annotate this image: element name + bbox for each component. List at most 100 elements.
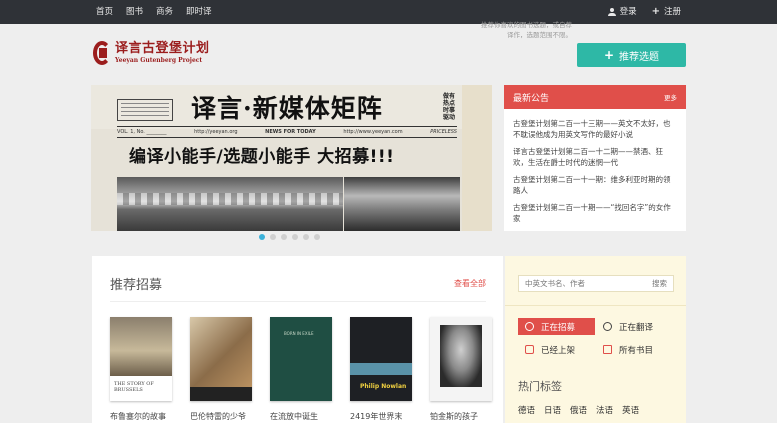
clock-icon: [525, 322, 534, 331]
recommend-topic-label: 推荐选题: [619, 51, 660, 63]
tag-link[interactable]: 法语: [596, 404, 613, 416]
book-cover[interactable]: BORN IN EXILE: [270, 317, 332, 401]
notice-header: 最新公告 更多: [504, 85, 686, 109]
book-card[interactable]: Philip Nowlan 2419年世界末: [350, 317, 412, 422]
book-icon: [603, 345, 612, 354]
carousel-dot[interactable]: [303, 234, 309, 240]
tag-link[interactable]: 日语: [544, 404, 561, 416]
hot-tags-title: 热门标签: [518, 380, 562, 393]
cover-text: BORN IN EXILE: [284, 331, 314, 336]
filter-translating[interactable]: 正在翻译: [596, 318, 674, 335]
plus-icon: +: [603, 48, 615, 62]
divider: [117, 137, 457, 138]
notice-list: 古登堡计划第二百一十三期——英文不太好，也不耽误他成为用英文写作的最好小说 译言…: [504, 109, 686, 224]
notice-more-link[interactable]: 更多: [664, 92, 677, 102]
strip-vol: VOL. 1, No. ________: [117, 129, 167, 135]
banner-subhead: 编译小能手/选题小能手 大招募!!!: [129, 147, 395, 167]
lock-icon: [525, 345, 534, 354]
filter-grid: 正在招募 正在翻译 已经上架 所有书目: [518, 318, 674, 358]
login-label: 登录: [619, 7, 637, 17]
notice-item[interactable]: 古登堡计划第二百一十期——“找回名字”的女作家: [513, 203, 677, 224]
divider: [110, 301, 486, 302]
book-card[interactable]: BORN IN EXILE 在流放中诞生: [270, 317, 332, 422]
book-cover[interactable]: [430, 317, 492, 401]
notice-title: 最新公告: [513, 93, 550, 104]
main-nav: 首页 图书 商务 即时译: [96, 0, 212, 24]
search-input[interactable]: 中英文书名、作者: [525, 278, 585, 289]
recommend-topic-button[interactable]: + 推荐选题: [577, 43, 686, 67]
search-box[interactable]: 中英文书名、作者 搜索: [518, 275, 674, 292]
banner-carousel[interactable]: 译言·新媒体矩阵 做有热点时事驱动 VOL. 1, No. ________ h…: [91, 85, 492, 231]
carousel-dot[interactable]: [314, 234, 320, 240]
top-navbar: 首页 图书 商务 即时译 登录 + 注册: [0, 0, 777, 24]
book-title[interactable]: 巴伦特雷的少爷: [190, 411, 252, 422]
notice-panel: 最新公告 更多 古登堡计划第二百一十三期——英文不太好，也不耽误他成为用英文写作…: [504, 85, 686, 231]
book-title[interactable]: 2419年世界末: [350, 411, 412, 422]
filter-label: 正在翻译: [619, 322, 654, 333]
newspaper-strip: VOL. 1, No. ________ http://yeeyan.org N…: [117, 129, 457, 135]
book-title[interactable]: 在流放中诞生: [270, 411, 332, 422]
office-photo: [344, 177, 460, 231]
cover-text: Philip Nowlan: [360, 383, 407, 390]
book-cover[interactable]: [190, 317, 252, 401]
register-link[interactable]: + 注册: [652, 0, 681, 24]
plus-icon: +: [651, 6, 660, 17]
auth-links: 登录 + 注册: [607, 0, 681, 24]
book-cover[interactable]: Philip Nowlan: [350, 317, 412, 401]
tag-link[interactable]: 俄语: [570, 404, 587, 416]
book-title[interactable]: 布鲁塞尔的故事: [110, 411, 172, 422]
recommend-section: 推荐招募 查看全部 THE STORY OF BRUSSELS 布鲁塞尔的故事 …: [92, 256, 503, 423]
tag-link[interactable]: 德语: [518, 404, 535, 416]
strip-price: PRICELESS: [430, 129, 457, 135]
filter-recruiting[interactable]: 正在招募: [518, 318, 595, 335]
nav-instant-translate[interactable]: 即时译: [186, 0, 212, 24]
strip-news: NEWS FOR TODAY: [265, 129, 316, 135]
banner-vertical-text: 做有热点时事驱动: [443, 93, 456, 121]
filter-label: 所有书目: [619, 345, 654, 356]
logo-title-en: Yeeyan Gutenberg Project: [115, 56, 203, 64]
nav-books[interactable]: 图书: [126, 0, 143, 24]
carousel-dot[interactable]: [270, 234, 276, 240]
user-icon: [603, 322, 612, 331]
register-label: 注册: [663, 7, 681, 17]
recommend-title: 推荐招募: [110, 278, 163, 293]
strip-url1: http://yeeyan.org: [194, 129, 238, 135]
site-logo[interactable]: 译言古登堡计划 Yeeyan Gutenberg Project: [93, 41, 210, 65]
login-link[interactable]: 登录: [607, 0, 637, 24]
logo-title-cn: 译言古登堡计划: [115, 40, 210, 56]
book-list: THE STORY OF BRUSSELS 布鲁塞尔的故事 巴伦特雷的少爷 BO…: [110, 317, 492, 422]
logo-text: 译言古登堡计划 Yeeyan Gutenberg Project: [115, 40, 210, 65]
tag-link[interactable]: 英语: [622, 404, 639, 416]
filter-label: 已经上架: [541, 345, 576, 356]
carousel-dot[interactable]: [292, 234, 298, 240]
nav-business[interactable]: 商务: [156, 0, 173, 24]
divider: [505, 305, 686, 306]
carousel-dot[interactable]: [281, 234, 287, 240]
filter-published[interactable]: 已经上架: [518, 341, 596, 358]
notice-item[interactable]: 译言古登堡计划第二百一十二期——禁酒、狂欢，生活在爵士时代的迷惘一代: [513, 147, 677, 168]
paper-edge: [462, 85, 492, 231]
view-all-link[interactable]: 查看全部: [454, 278, 486, 289]
notice-item[interactable]: 古登堡计划第二百一十三期——英文不太好，也不耽误他成为用英文写作的最好小说: [513, 119, 677, 140]
hot-tags: 德语 日语 俄语 法语 英语: [518, 404, 639, 416]
strip-url2: http://www.yeeyan.com: [343, 129, 403, 135]
notice-item[interactable]: 古登堡计划第二百一十一期：维多利亚时期的领路人: [513, 175, 677, 196]
divider: [117, 126, 457, 127]
newsroom-lights: [117, 193, 343, 205]
book-card[interactable]: THE STORY OF BRUSSELS 布鲁塞尔的故事: [110, 317, 172, 422]
book-card[interactable]: 铂金斯的孩子: [430, 317, 492, 422]
carousel-dot[interactable]: [259, 234, 265, 240]
book-card[interactable]: 巴伦特雷的少爷: [190, 317, 252, 422]
logo-mark-icon: [93, 41, 111, 65]
recommend-hint: 推荐你喜欢的图书选题，或自荐译作，选题范围不限。: [481, 21, 572, 39]
sidebar: 中英文书名、作者 搜索 正在招募 正在翻译 已经上架 所有书目 热门标签 德语 …: [505, 256, 686, 423]
book-title[interactable]: 铂金斯的孩子: [430, 411, 492, 422]
book-cover[interactable]: THE STORY OF BRUSSELS: [110, 317, 172, 401]
search-button[interactable]: 搜索: [652, 278, 667, 289]
user-icon: [607, 8, 616, 16]
banner-headline: 译言·新媒体矩阵: [191, 94, 383, 123]
carousel-dots: [259, 234, 320, 240]
nav-home[interactable]: 首页: [96, 0, 113, 24]
filter-all-books[interactable]: 所有书目: [596, 341, 674, 358]
newspaper-boxnote: [117, 99, 173, 121]
